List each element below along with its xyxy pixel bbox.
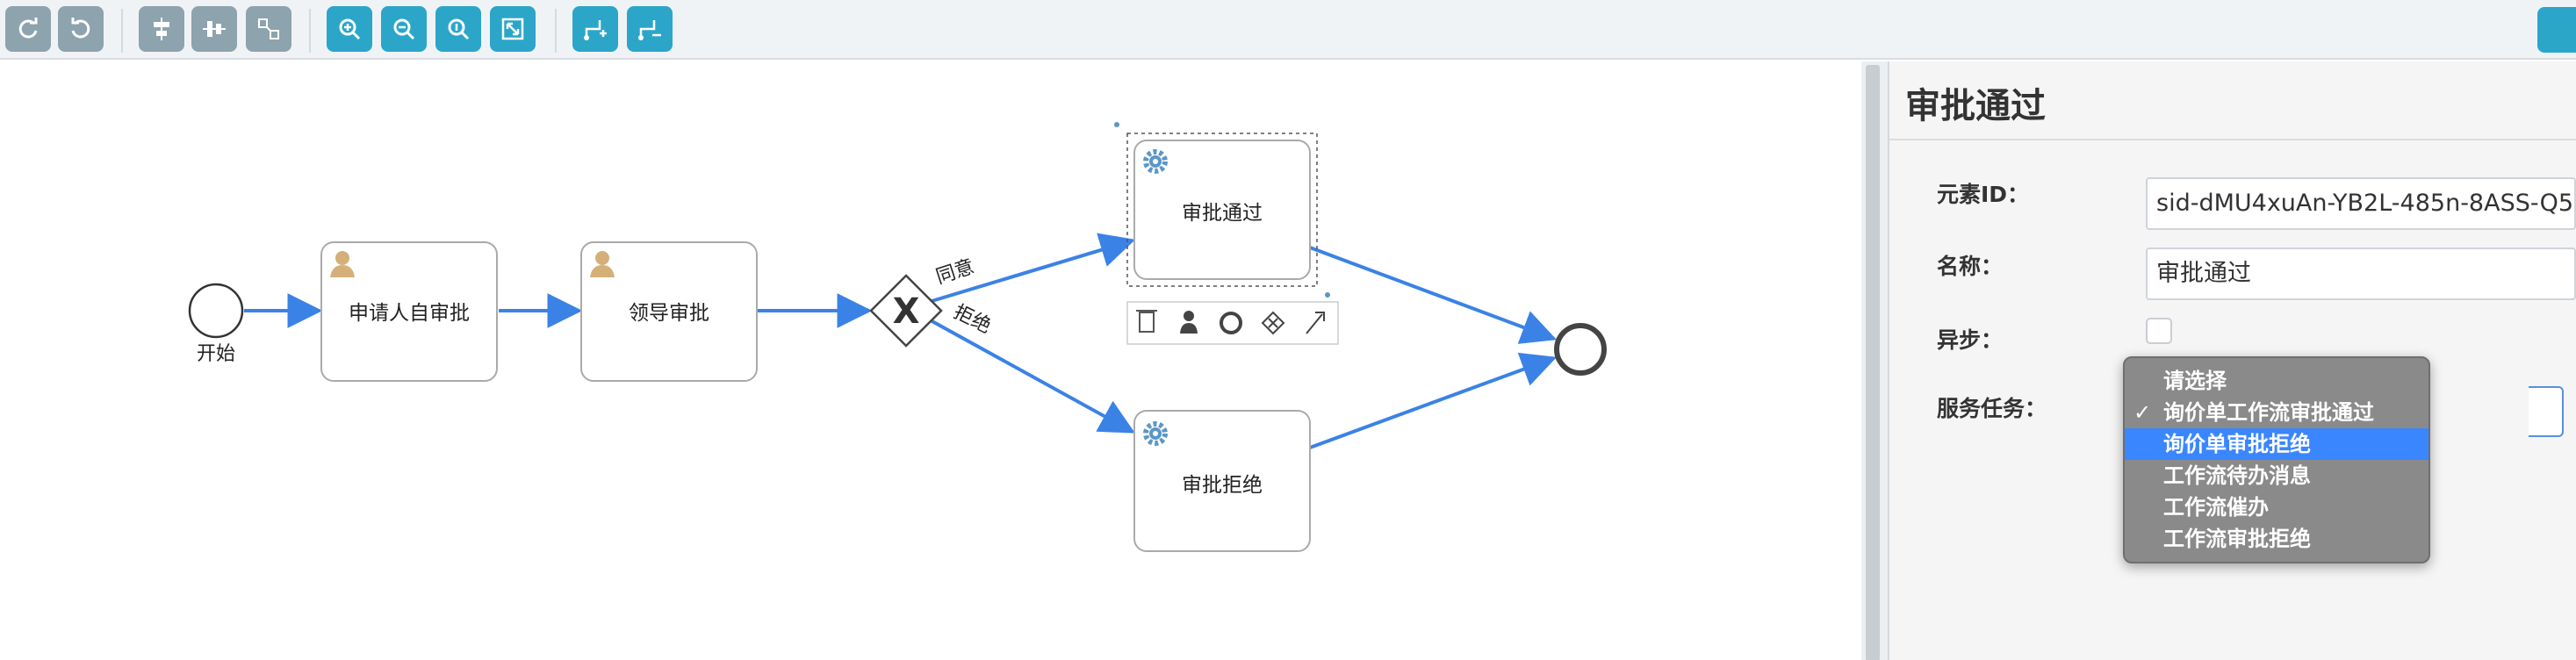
toolbar-separator [309, 9, 311, 53]
service-task-select[interactable] [2529, 386, 2564, 437]
service-task-dropdown: 请选择 ✓ 询价单工作流审批通过 询价单审批拒绝 工作流待办消息 工作流催办 工作… [2123, 356, 2430, 563]
gateway-x-icon: X [893, 291, 920, 332]
flow-approve-to-end[interactable] [1309, 246, 1558, 344]
resize-handle[interactable] [1325, 292, 1330, 298]
redo-icon[interactable] [5, 6, 51, 52]
resizer-bar [1866, 65, 1880, 660]
start-event-label: 开始 [197, 343, 235, 365]
panel-title: 审批通过 [1905, 86, 2046, 126]
task-applicant[interactable]: 申请人自审批 [320, 241, 498, 382]
zoom-out-icon[interactable] [381, 6, 427, 52]
async-label: 异步： [1937, 327, 2004, 353]
dropdown-option-checked[interactable]: ✓ 询价单工作流审批通过 [2125, 397, 2428, 428]
panel-divider [1889, 139, 2576, 140]
end-event[interactable] [1554, 323, 1607, 376]
resize-handle[interactable] [1114, 122, 1119, 127]
task-approve-label: 审批通过 [1182, 202, 1263, 225]
dropdown-option-highlighted[interactable]: 询价单审批拒绝 [2125, 428, 2428, 460]
check-icon: ✓ [2133, 400, 2152, 425]
align-vertical-icon[interactable] [191, 6, 237, 52]
dropdown-option[interactable]: 工作流审批拒绝 [2125, 523, 2428, 555]
context-pad [1126, 301, 1339, 345]
name-label: 名称： [1937, 254, 2004, 279]
zoom-fit-icon[interactable] [490, 6, 536, 52]
toolbar-separator [121, 9, 123, 53]
flow-label-reject: 拒绝 [950, 301, 995, 338]
flow-label-agree: 同意 [933, 255, 977, 288]
add-bendpoint-icon[interactable] [572, 6, 618, 52]
task-leader[interactable]: 领导审批 [580, 241, 758, 382]
panel-toggle-button[interactable] [2537, 7, 2576, 53]
toolbar-separator [555, 9, 557, 53]
undo-icon[interactable] [58, 6, 104, 52]
task-approve[interactable]: 审批通过 [1114, 122, 1330, 298]
async-checkbox[interactable] [2146, 318, 2172, 344]
align-horizontal-icon[interactable] [139, 6, 184, 52]
dropdown-option[interactable]: 请选择 [2125, 365, 2428, 397]
flow-gateway-to-reject[interactable] [928, 318, 1135, 434]
name-field[interactable]: 审批通过 [2146, 248, 2576, 300]
same-size-icon[interactable] [246, 6, 291, 52]
toolbar [0, 0, 2576, 60]
element-id-label: 元素ID： [1937, 182, 2030, 207]
dropdown-option[interactable]: 工作流催办 [2125, 491, 2428, 523]
task-applicant-label: 申请人自审批 [349, 302, 470, 325]
zoom-actual-icon[interactable] [435, 6, 481, 52]
dropdown-option[interactable]: 工作流待办消息 [2125, 460, 2428, 491]
task-reject[interactable]: 审批拒绝 [1133, 410, 1311, 552]
start-event[interactable] [188, 283, 244, 339]
process-canvas[interactable]: 同意 拒绝 开始 申请人自审批 领导审批 X 审批通过 审批拒绝 [0, 61, 1861, 660]
element-id-field[interactable]: sid-dMU4xuAn-YB2L-485n-8ASS-Q5 [2146, 177, 2576, 230]
service-task-label: 服务任务： [1937, 396, 2047, 421]
task-reject-label: 审批拒绝 [1182, 474, 1263, 497]
zoom-in-icon[interactable] [327, 6, 372, 52]
diagram: 同意 拒绝 开始 申请人自审批 领导审批 X 审批通过 审批拒绝 [188, 122, 1607, 552]
remove-bendpoint-icon[interactable] [627, 6, 673, 52]
task-leader-label: 领导审批 [629, 302, 709, 325]
flow-reject-to-end[interactable] [1309, 352, 1558, 449]
exclusive-gateway[interactable]: X [869, 274, 943, 348]
panel-resizer[interactable] [1861, 61, 1888, 660]
